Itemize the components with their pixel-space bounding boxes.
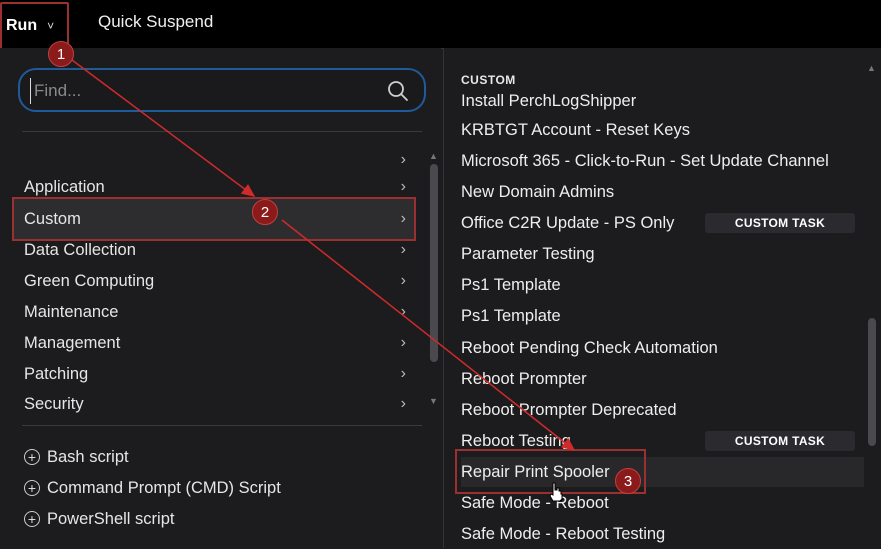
hand-cursor-icon: [548, 482, 564, 507]
step-marker-1: 1: [48, 41, 74, 67]
arrow-1-to-2: [71, 59, 256, 197]
step-marker-2: 2: [252, 199, 278, 225]
arrow-2-to-3: [281, 219, 576, 451]
annotation-arrows: [71, 59, 576, 451]
step-marker-3: 3: [615, 468, 641, 494]
